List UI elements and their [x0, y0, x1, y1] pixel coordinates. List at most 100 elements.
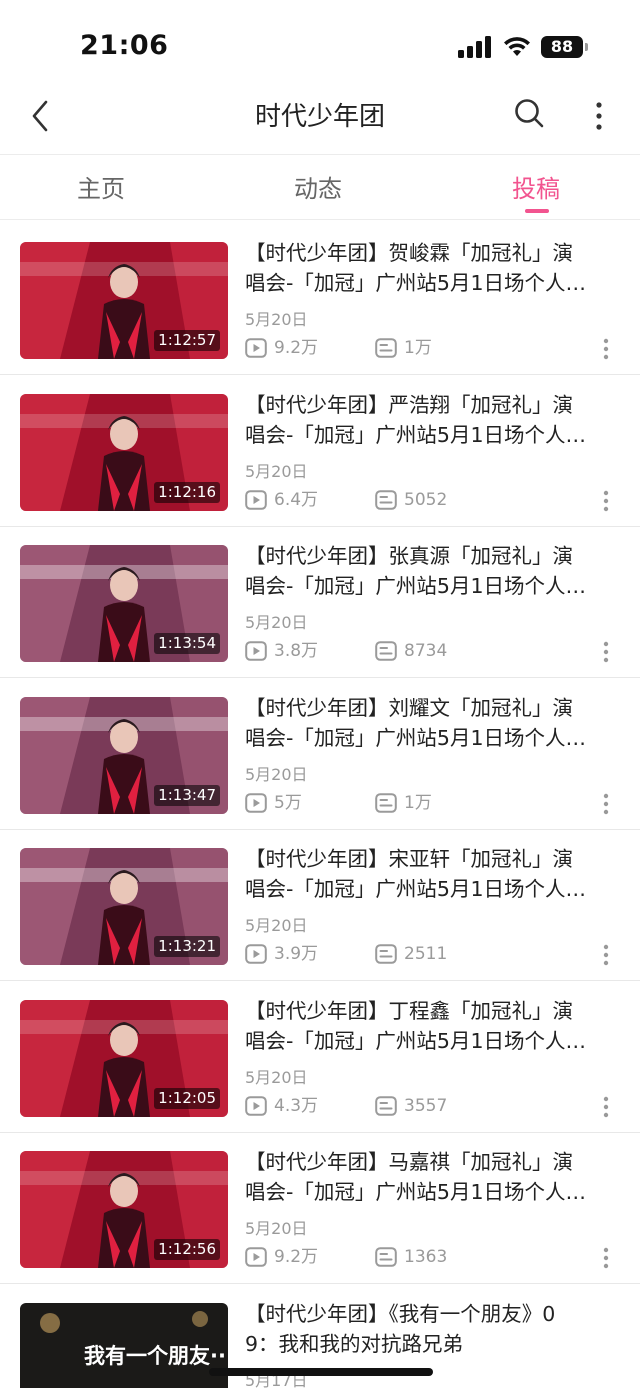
danmaku-count-value: 5052 — [404, 490, 448, 510]
video-title-line2: 唱会-「加冠」广州站5月1日场个人… — [245, 1180, 586, 1204]
video-title-line1: 【时代少年团】贺峻霖「加冠礼」演 — [245, 241, 573, 265]
video-date: 5月20日 — [245, 765, 308, 784]
video-title-line2: 唱会-「加冠」广州站5月1日场个人… — [245, 423, 586, 447]
play-count: 9.2万 — [245, 336, 355, 360]
video-thumbnail[interactable]: 1:13:54 — [20, 545, 228, 662]
video-title[interactable]: 【时代少年团】宋亚轩「加冠礼」演 唱会-「加冠」广州站5月1日场个人… — [245, 844, 625, 904]
video-title[interactable]: 【时代少年团】刘耀文「加冠礼」演 唱会-「加冠」广州站5月1日场个人… — [245, 693, 625, 753]
danmaku-count-value: 2511 — [404, 944, 448, 964]
profile-tabs: 主页 动态 投稿 — [0, 154, 640, 220]
video-title[interactable]: 【时代少年团】贺峻霖「加冠礼」演 唱会-「加冠」广州站5月1日场个人… — [245, 238, 625, 298]
play-count: 4.3万 — [245, 1094, 355, 1118]
play-count-icon — [245, 490, 267, 510]
play-count-value: 9.2万 — [274, 1247, 319, 1267]
play-count-icon — [245, 944, 267, 964]
danmaku-count-value: 1363 — [404, 1247, 448, 1267]
item-more-icon[interactable] — [596, 1094, 616, 1120]
danmaku-count-value: 1万 — [404, 338, 432, 358]
video-duration: 1:13:21 — [154, 936, 220, 957]
video-thumbnail[interactable]: 1:13:21 — [20, 848, 228, 965]
tab-submissions[interactable]: 投稿 — [512, 169, 560, 204]
video-thumbnail[interactable]: 1:12:05 — [20, 1000, 228, 1117]
video-thumbnail[interactable]: 1:12:57 — [20, 242, 228, 359]
danmaku-count-value: 3557 — [404, 1096, 448, 1116]
play-count-icon — [245, 1247, 267, 1267]
play-count-icon — [245, 1096, 267, 1116]
play-count-value: 3.8万 — [274, 641, 319, 661]
video-title-line1: 【时代少年团】马嘉祺「加冠礼」演 — [245, 1150, 573, 1174]
play-count-icon — [245, 338, 267, 358]
video-thumbnail[interactable]: 1:12:56 — [20, 1151, 228, 1268]
video-list-item[interactable]: 1:12:16 【时代少年团】严浩翔「加冠礼」演 唱会-「加冠」广州站5月1日场个人… — [0, 376, 640, 527]
danmaku-count: 1万 — [375, 336, 495, 360]
video-title-line1: 【时代少年团】张真源「加冠礼」演 — [245, 544, 573, 568]
video-title[interactable]: 【时代少年团】严浩翔「加冠礼」演 唱会-「加冠」广州站5月1日场个人… — [245, 390, 625, 450]
cellular-signal-icon — [458, 36, 494, 58]
video-duration: 1:12:57 — [154, 330, 220, 351]
play-count: 3.9万 — [245, 942, 355, 966]
play-count: 6.4万 — [245, 488, 355, 512]
tab-dynamics[interactable]: 动态 — [294, 169, 342, 204]
play-count-icon — [245, 641, 267, 661]
video-title-line1: 【时代少年团】刘耀文「加冠礼」演 — [245, 696, 573, 720]
status-bar: 21:06 88 — [0, 0, 640, 88]
danmaku-count-value: 8734 — [404, 641, 448, 661]
video-duration: 1:13:54 — [154, 633, 220, 654]
video-date: 5月20日 — [245, 1068, 308, 1087]
item-more-icon[interactable] — [596, 1245, 616, 1271]
video-title[interactable]: 【时代少年团】丁程鑫「加冠礼」演 唱会-「加冠」广州站5月1日场个人… — [245, 996, 625, 1056]
video-title[interactable]: 【时代少年团】张真源「加冠礼」演 唱会-「加冠」广州站5月1日场个人… — [245, 541, 625, 601]
top-nav-bar: 时代少年团 — [0, 88, 640, 154]
status-time: 21:06 — [80, 30, 169, 61]
video-thumbnail[interactable]: 1:12:16 — [20, 394, 228, 511]
list-divider — [0, 980, 640, 981]
video-list-item[interactable]: 1:12:05 【时代少年团】丁程鑫「加冠礼」演 唱会-「加冠」广州站5月1日场个人… — [0, 982, 640, 1133]
video-duration: 1:12:05 — [154, 1088, 220, 1109]
video-date: 5月20日 — [245, 310, 308, 329]
danmaku-count: 5052 — [375, 488, 495, 512]
search-icon[interactable] — [510, 94, 550, 134]
danmaku-count: 1363 — [375, 1245, 495, 1269]
list-divider — [0, 1283, 640, 1284]
item-more-icon[interactable] — [596, 942, 616, 968]
danmaku-count: 1万 — [375, 791, 495, 815]
danmaku-count: 3557 — [375, 1094, 495, 1118]
list-divider — [0, 677, 640, 678]
vertical-dots-icon[interactable] — [582, 94, 616, 134]
video-list-item[interactable]: 1:12:57 【时代少年团】贺峻霖「加冠礼」演 唱会-「加冠」广州站5月1日场个人… — [0, 224, 640, 375]
video-title[interactable]: 【时代少年团】《我有一个朋友》0 9：我和我的对抗路兄弟 — [245, 1299, 625, 1359]
video-thumbnail[interactable]: 1:13:47 — [20, 697, 228, 814]
video-title[interactable]: 【时代少年团】马嘉祺「加冠礼」演 唱会-「加冠」广州站5月1日场个人… — [245, 1147, 625, 1207]
video-title-line2: 唱会-「加冠」广州站5月1日场个人… — [245, 1029, 586, 1053]
video-duration: 1:12:16 — [154, 482, 220, 503]
video-list-item[interactable]: 1:12:56 【时代少年团】马嘉祺「加冠礼」演 唱会-「加冠」广州站5月1日场个人… — [0, 1133, 640, 1284]
item-more-icon[interactable] — [596, 791, 616, 817]
video-title-line1: 【时代少年团】丁程鑫「加冠礼」演 — [245, 999, 573, 1023]
active-tab-indicator — [525, 209, 549, 213]
item-more-icon[interactable] — [596, 336, 616, 362]
play-count-value: 3.9万 — [274, 944, 319, 964]
danmaku-icon — [375, 641, 397, 661]
video-title-line2: 9：我和我的对抗路兄弟 — [245, 1332, 464, 1356]
video-list-item[interactable]: 1:13:47 【时代少年团】刘耀文「加冠礼」演 唱会-「加冠」广州站5月1日场个人… — [0, 679, 640, 830]
tab-home[interactable]: 主页 — [77, 169, 125, 204]
video-thumbnail[interactable]: 我有一个朋友··· — [20, 1303, 228, 1388]
video-list-item[interactable]: 1:13:54 【时代少年团】张真源「加冠礼」演 唱会-「加冠」广州站5月1日场个人… — [0, 527, 640, 678]
play-count-value: 5万 — [274, 793, 302, 813]
video-date: 5月20日 — [245, 916, 308, 935]
play-count: 3.8万 — [245, 639, 355, 663]
play-count: 9.2万 — [245, 1245, 355, 1269]
danmaku-count: 2511 — [375, 942, 495, 966]
play-count-value: 9.2万 — [274, 338, 319, 358]
video-title-line1: 【时代少年团】严浩翔「加冠礼」演 — [245, 393, 573, 417]
video-date: 5月20日 — [245, 613, 308, 632]
video-list-item[interactable]: 1:13:21 【时代少年团】宋亚轩「加冠礼」演 唱会-「加冠」广州站5月1日场个人… — [0, 830, 640, 981]
video-list: 1:12:57 【时代少年团】贺峻霖「加冠礼」演 唱会-「加冠」广州站5月1日场个人… — [0, 224, 640, 1388]
danmaku-count-value: 1万 — [404, 793, 432, 813]
danmaku-count: 8734 — [375, 639, 495, 663]
danmaku-icon — [375, 1096, 397, 1116]
video-date: 5月20日 — [245, 462, 308, 481]
item-more-icon[interactable] — [596, 488, 616, 514]
item-more-icon[interactable] — [596, 639, 616, 665]
play-count-icon — [245, 793, 267, 813]
